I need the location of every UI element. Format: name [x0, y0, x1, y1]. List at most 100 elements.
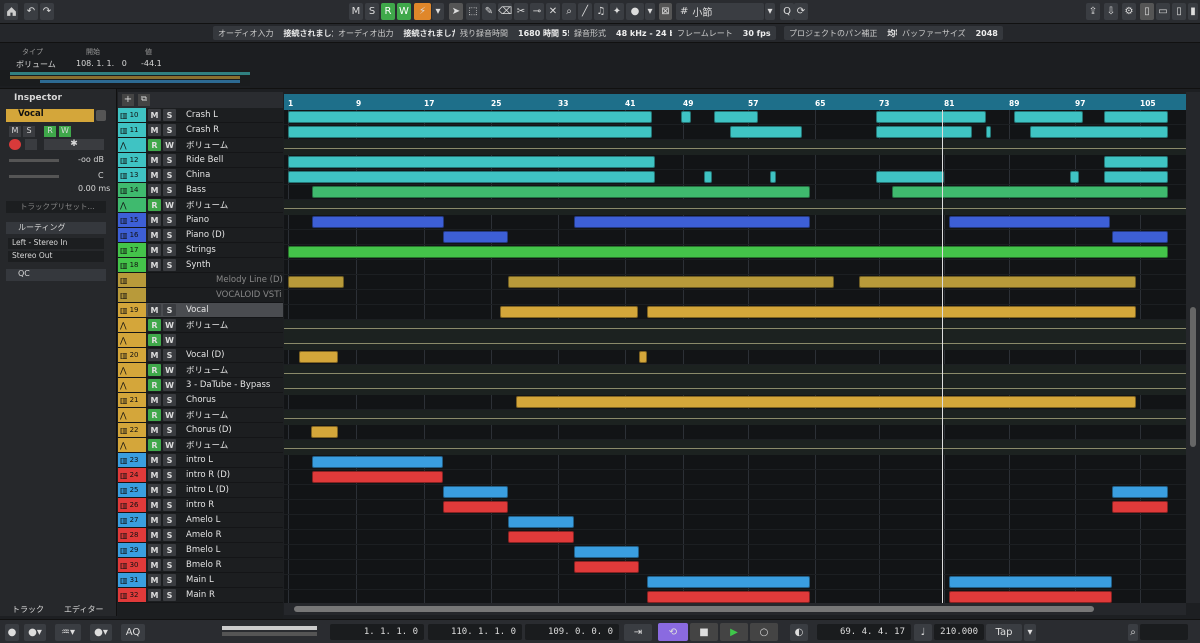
add-track-icon[interactable]: +: [122, 94, 134, 106]
grid-type-select[interactable]: # 小節: [676, 3, 764, 20]
track-row[interactable]: ▥ 18 M S Synth: [118, 258, 283, 273]
track-solo-button[interactable]: S: [163, 229, 176, 241]
track-color-strip[interactable]: ▥ 21: [118, 393, 146, 407]
event-clip[interactable]: [288, 126, 652, 138]
snap-toggle-icon[interactable]: ⊠: [659, 3, 672, 20]
aq-button[interactable]: AQ: [121, 624, 145, 641]
track-row[interactable]: ▥ 11 M S Crash R: [118, 123, 283, 138]
track-mute-button[interactable]: M: [148, 169, 161, 181]
qc-section[interactable]: QC: [6, 269, 106, 281]
tracks-tab[interactable]: トラック: [12, 604, 44, 615]
right-locator-field[interactable]: 110. 1. 1. 0: [428, 624, 522, 640]
track-read-button[interactable]: R: [148, 139, 161, 151]
track-name[interactable]: intro R: [186, 500, 214, 510]
marker-icon[interactable]: ⇥: [624, 624, 652, 641]
track-read-button[interactable]: R: [148, 364, 161, 376]
track-row[interactable]: ▥ 26 M Sintro R: [118, 498, 283, 513]
track-color-strip[interactable]: ▥ 23: [118, 453, 146, 467]
track-name[interactable]: ボリューム: [186, 199, 228, 211]
track-color-strip[interactable]: ▥ 20: [118, 348, 146, 362]
track-mute-button[interactable]: M: [148, 589, 161, 601]
track-row[interactable]: ▥ 24 M Sintro R (D): [118, 468, 283, 483]
status-item[interactable]: フレームレート 30 fps: [672, 26, 776, 40]
left-zone-icon[interactable]: ▯: [1140, 3, 1154, 20]
volume-slider[interactable]: [9, 159, 59, 162]
track-name[interactable]: 3 - DaTube - Bypass: [186, 380, 270, 390]
event-clip[interactable]: [516, 396, 1136, 408]
event-clip[interactable]: [1112, 486, 1168, 498]
record-mode-icon[interactable]: ●: [5, 624, 19, 641]
track-name[interactable]: Bmelo L: [186, 545, 220, 555]
track-row[interactable]: ⋀ R W 3 - DaTube - Bypass: [118, 378, 283, 393]
track-solo-button[interactable]: S: [163, 469, 176, 481]
line-tool-icon[interactable]: ╱: [578, 3, 592, 20]
status-item[interactable]: オーディオ出力 接続されました: [333, 26, 465, 40]
chevron-down-icon[interactable]: ▾: [765, 3, 775, 20]
track-row[interactable]: ▥ 20 M S Vocal (D): [118, 348, 283, 363]
track-preset-field[interactable]: トラックプリセット...: [6, 201, 106, 213]
track-row[interactable]: ▥ 14 M S Bass: [118, 183, 283, 198]
track-row[interactable]: ▥ 13 M S China: [118, 168, 283, 183]
status-item[interactable]: バッファーサイズ 2048: [897, 26, 1003, 40]
track-mute-button[interactable]: M: [148, 559, 161, 571]
read-automation-button[interactable]: R: [381, 3, 395, 20]
track-solo-button[interactable]: S: [163, 214, 176, 226]
mute-mode-button[interactable]: M: [349, 3, 363, 20]
track-row[interactable]: ▥ 17 M S Strings: [118, 243, 283, 258]
track-solo-button[interactable]: S: [163, 454, 176, 466]
track-row[interactable]: ▥ 30 M S Bmelo R: [118, 558, 283, 573]
value-value[interactable]: -44.1: [141, 59, 162, 68]
event-clip[interactable]: [730, 126, 802, 138]
event-clip[interactable]: [312, 471, 443, 483]
event-clip[interactable]: [876, 126, 972, 138]
event-clip[interactable]: [1070, 171, 1079, 183]
event-clip[interactable]: [508, 531, 574, 543]
track-name[interactable]: intro L (D): [186, 485, 229, 495]
track-row[interactable]: ⋀ R W ボリューム: [118, 363, 283, 378]
settings-icon[interactable]: ⚙: [1122, 3, 1136, 20]
track-mute-button[interactable]: M: [148, 349, 161, 361]
track-solo-button[interactable]: S: [163, 394, 176, 406]
track-mute-button[interactable]: M: [148, 499, 161, 511]
track-name[interactable]: ボリューム: [186, 409, 228, 421]
track-solo-button[interactable]: S: [163, 349, 176, 361]
track-name[interactable]: China: [186, 170, 210, 180]
track-color-strip[interactable]: ▥ 14: [118, 183, 146, 197]
stop-button[interactable]: ■: [690, 623, 718, 641]
track-write-button[interactable]: W: [163, 409, 176, 421]
track-color-strip[interactable]: ▥ 25: [118, 483, 146, 497]
track-color-strip[interactable]: ▥ 13: [118, 168, 146, 182]
event-clip[interactable]: [647, 591, 810, 603]
bottom-zone-icon[interactable]: ▭: [1156, 3, 1170, 20]
track-read-button[interactable]: R: [148, 199, 161, 211]
track-read-button[interactable]: R: [148, 319, 161, 331]
track-mute-button[interactable]: M: [148, 514, 161, 526]
edit-channel-icon[interactable]: [96, 110, 106, 121]
track-color-strip[interactable]: ▥ 19: [118, 303, 146, 317]
track-write-button[interactable]: W: [163, 379, 176, 391]
punch-field[interactable]: 109. 0. 0. 0: [525, 624, 619, 640]
track-write-button[interactable]: W: [163, 364, 176, 376]
track-solo-button[interactable]: S: [163, 169, 176, 181]
track-solo-button[interactable]: S: [163, 574, 176, 586]
horizontal-scrollbar[interactable]: [284, 603, 1186, 615]
track-solo-button[interactable]: S: [163, 109, 176, 121]
event-clip[interactable]: [288, 246, 1168, 258]
track-name[interactable]: intro R (D): [186, 470, 230, 480]
home-icon[interactable]: [4, 3, 18, 20]
event-clip[interactable]: [704, 171, 712, 183]
pencil-tool-icon[interactable]: ✎: [482, 3, 496, 20]
track-color-strip[interactable]: ⋀: [118, 363, 146, 377]
inspector-mute-button[interactable]: M: [9, 126, 21, 137]
undo-icon[interactable]: ↶: [24, 3, 38, 20]
record-enable-icon[interactable]: [9, 139, 21, 150]
track-color-strip[interactable]: ⋀: [118, 438, 146, 452]
track-mute-button[interactable]: M: [148, 109, 161, 121]
track-row[interactable]: ⋀ R W ボリューム: [118, 438, 283, 453]
track-name[interactable]: Vocal: [186, 305, 209, 315]
speech-icon[interactable]: ●: [626, 3, 644, 20]
event-clip[interactable]: [647, 576, 810, 588]
track-mute-button[interactable]: M: [148, 424, 161, 436]
track-row[interactable]: ⋀ R W: [118, 333, 283, 348]
range-tool-icon[interactable]: ⬚: [466, 3, 480, 20]
